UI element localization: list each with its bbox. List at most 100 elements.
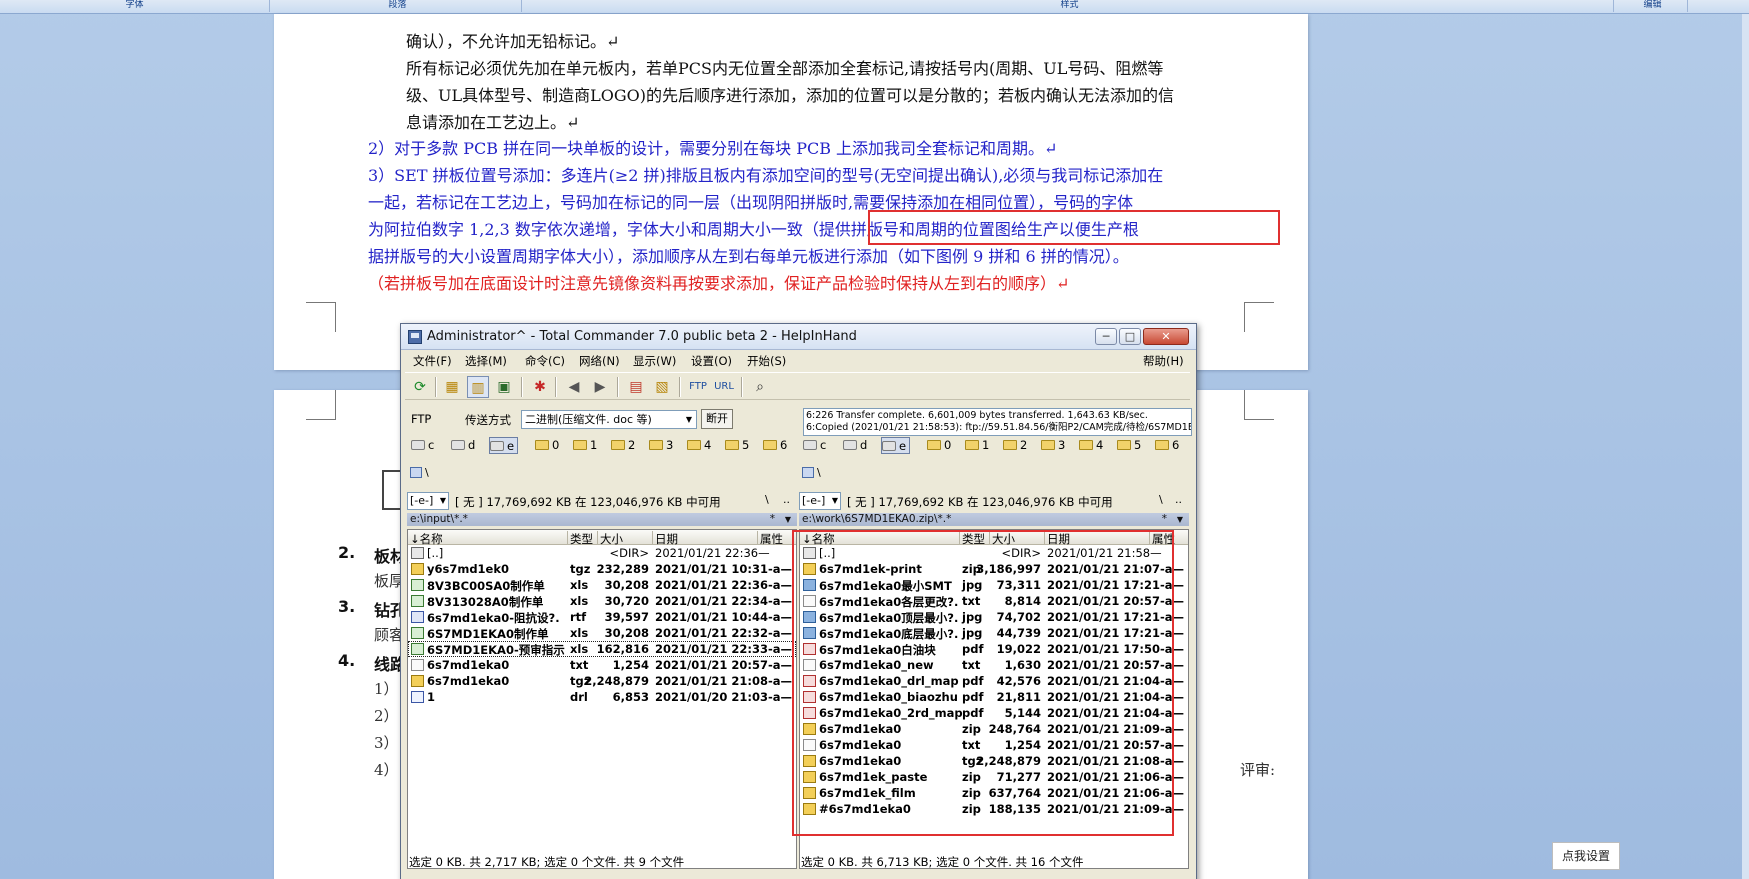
parent-dir-button[interactable]: ..	[1175, 493, 1182, 506]
settings-prompt-button[interactable]: 点我设置	[1552, 842, 1620, 870]
left-current-path[interactable]: e:\input\*.* * ▼	[407, 513, 797, 526]
back-arrow-icon[interactable]: ◀	[563, 376, 585, 398]
filter-star: *	[769, 513, 775, 525]
file-row[interactable]: 6S7MD1EKA0制作单 xls 30,208 2021/01/21 22:32-a…	[408, 625, 796, 641]
minimize-button[interactable]: ─	[1095, 328, 1117, 345]
right-path-text: e:\work\6S7MD1EKA0.zip\*.*	[802, 513, 952, 525]
chevron-down-icon[interactable]: ▼	[1177, 513, 1183, 526]
left-file-panel[interactable]: ↓名称 类型 大小 日期 属性 [..] <DIR> 2021/01/21 22:3…	[407, 529, 797, 869]
file-name: [..]	[427, 546, 444, 560]
disconnect-button[interactable]: 断开	[701, 409, 733, 429]
drive-0-button[interactable]: 0	[535, 437, 559, 454]
file-row[interactable]: [..] <DIR> 2021/01/21 22:36—	[408, 545, 796, 561]
unpack-icon[interactable]: ▧	[651, 376, 673, 398]
pack-icon[interactable]: ▤	[625, 376, 647, 398]
root-dir-button[interactable]: \	[1159, 493, 1163, 506]
left-drive-select[interactable]: [-e-] ▼	[407, 492, 449, 510]
file-date: 2021/01/21 22:32-a—	[655, 626, 793, 640]
drive-5-button[interactable]: 5	[1117, 437, 1141, 454]
file-type: xls	[570, 642, 589, 656]
transfer-mode-select[interactable]: 二进制(压缩文件. doc 等) ▼	[521, 410, 697, 429]
drive-c-button[interactable]: c	[803, 437, 826, 454]
file-size: 2,248,879	[584, 674, 649, 688]
drive-6-button[interactable]: 6	[763, 437, 787, 454]
menu-network[interactable]: 网络(N)	[579, 353, 620, 369]
doc-item-number: 4.	[338, 651, 356, 670]
file-date: 2021/01/21 10:31-a—	[655, 562, 793, 576]
zip-file-icon	[411, 675, 424, 687]
file-row[interactable]: 6s7md1eka0-阻抗设?. rtf 39,597 2021/01/21 10:4…	[408, 609, 796, 625]
parent-dir-button[interactable]: ..	[783, 493, 790, 506]
file-name: 6S7MD1EKA0制作单	[427, 627, 549, 641]
title-bar[interactable]: Administrator^ - Total Commander 7.0 pub…	[401, 324, 1196, 350]
url-connect-icon[interactable]: URL	[713, 376, 735, 398]
chevron-down-icon[interactable]: ▼	[785, 513, 791, 526]
file-size: 30,720	[604, 594, 649, 608]
forward-arrow-icon[interactable]: ▶	[589, 376, 611, 398]
drive-e-button[interactable]: e	[881, 437, 911, 454]
menu-view[interactable]: 显示(W)	[633, 353, 676, 369]
file-date: 2021/01/21 22:33-a—	[655, 642, 793, 656]
file-row[interactable]: y6s7md1ek0 tgz 232,289 2021/01/21 10:31-a—	[408, 561, 796, 577]
drive-2-button[interactable]: 2	[611, 437, 635, 454]
drl-file-icon	[411, 691, 424, 703]
left-status-bar: 选定 0 KB. 共 2,717 KB; 选定 0 个文件. 共 9 个文件	[409, 855, 685, 869]
file-row[interactable]: 1 drl 6,853 2021/01/20 21:03-a—	[408, 689, 796, 705]
brief-view-icon[interactable]: ▦	[441, 376, 463, 398]
maximize-button[interactable]: □	[1119, 328, 1141, 345]
drive-d-button[interactable]: d	[451, 437, 475, 454]
drive-3-button[interactable]: 3	[1041, 437, 1065, 454]
file-row[interactable]: 6s7md1eka0 tgz 2,248,879 2021/01/21 21:08-a…	[408, 673, 796, 689]
ribbon-group-paragraph[interactable]: 段落	[274, 0, 522, 12]
binoculars-search-icon[interactable]: ⌕	[749, 376, 771, 398]
refresh-icon[interactable]: ⟳	[409, 376, 431, 398]
menu-file[interactable]: 文件(F)	[413, 353, 452, 369]
invert-selection-icon[interactable]: ✱	[529, 376, 551, 398]
ribbon-group-edit[interactable]: 编辑	[1618, 0, 1688, 12]
ftp-connect-icon[interactable]: FTP	[687, 376, 709, 398]
ftp-log[interactable]: 6:226 Transfer complete. 6,601,009 bytes…	[803, 408, 1192, 436]
close-button[interactable]: ✕	[1143, 328, 1189, 345]
right-drive-select[interactable]: [-e-] ▼	[799, 492, 841, 510]
drive-4-button[interactable]: 4	[687, 437, 711, 454]
ribbon-group-styles[interactable]: 样式	[526, 0, 1614, 12]
menu-settings[interactable]: 设置(O)	[691, 353, 732, 369]
drive-d-button[interactable]: d	[843, 437, 867, 454]
menu-start[interactable]: 开始(S)	[747, 353, 786, 369]
doc-item-number: 3.	[338, 597, 356, 616]
menu-select[interactable]: 选择(M)	[465, 353, 507, 369]
file-date: 2021/01/21 21:08-a—	[655, 674, 793, 688]
menu-help[interactable]: 帮助(H)	[1143, 353, 1184, 369]
file-size: 30,208	[604, 578, 649, 592]
drive-5-button[interactable]: 5	[725, 437, 749, 454]
toolbar-separator	[435, 377, 437, 397]
doc-line: 息请添加在工艺边上。↵	[406, 113, 580, 132]
ribbon-group-font[interactable]: 字体	[0, 0, 270, 12]
drive-1-button[interactable]: 1	[573, 437, 597, 454]
root-dir-button[interactable]: \	[765, 493, 769, 506]
right-current-path[interactable]: e:\work\6S7MD1EKA0.zip\*.* * ▼	[799, 513, 1189, 526]
drive-4-button[interactable]: 4	[1079, 437, 1103, 454]
drive-6-button[interactable]: 6	[1155, 437, 1179, 454]
detail-view-icon[interactable]: ▥	[467, 376, 489, 398]
file-size: 1,254	[612, 658, 649, 672]
drive-0-button[interactable]: 0	[927, 437, 951, 454]
ribbon-group-label: 样式	[1060, 0, 1079, 10]
document-scrollbar[interactable]	[1742, 14, 1749, 879]
file-row[interactable]: 6S7MD1EKA0-预审指示 xls 162,816 2021/01/21 22:3…	[408, 641, 796, 657]
menu-command[interactable]: 命令(C)	[525, 353, 565, 369]
left-network-path[interactable]: \	[407, 466, 797, 480]
right-network-path[interactable]: \	[799, 466, 1189, 480]
drive-2-button[interactable]: 2	[1003, 437, 1027, 454]
file-size: 39,597	[604, 610, 649, 624]
drive-1-button[interactable]: 1	[965, 437, 989, 454]
file-type: xls	[570, 578, 589, 592]
drive-3-button[interactable]: 3	[649, 437, 673, 454]
file-row[interactable]: 8V313028A0制作单 xls 30,720 2021/01/21 22:34-a…	[408, 593, 796, 609]
thumbnail-view-icon[interactable]: ▣	[493, 376, 515, 398]
ribbon-group-label: 字体	[125, 0, 144, 10]
file-row[interactable]: 8V3BC00SA0制作单 xls 30,208 2021/01/21 22:36-a…	[408, 577, 796, 593]
drive-e-button[interactable]: e	[489, 437, 519, 454]
drive-c-button[interactable]: c	[411, 437, 434, 454]
file-row[interactable]: 6s7md1eka0 txt 1,254 2021/01/21 20:57-a—	[408, 657, 796, 673]
